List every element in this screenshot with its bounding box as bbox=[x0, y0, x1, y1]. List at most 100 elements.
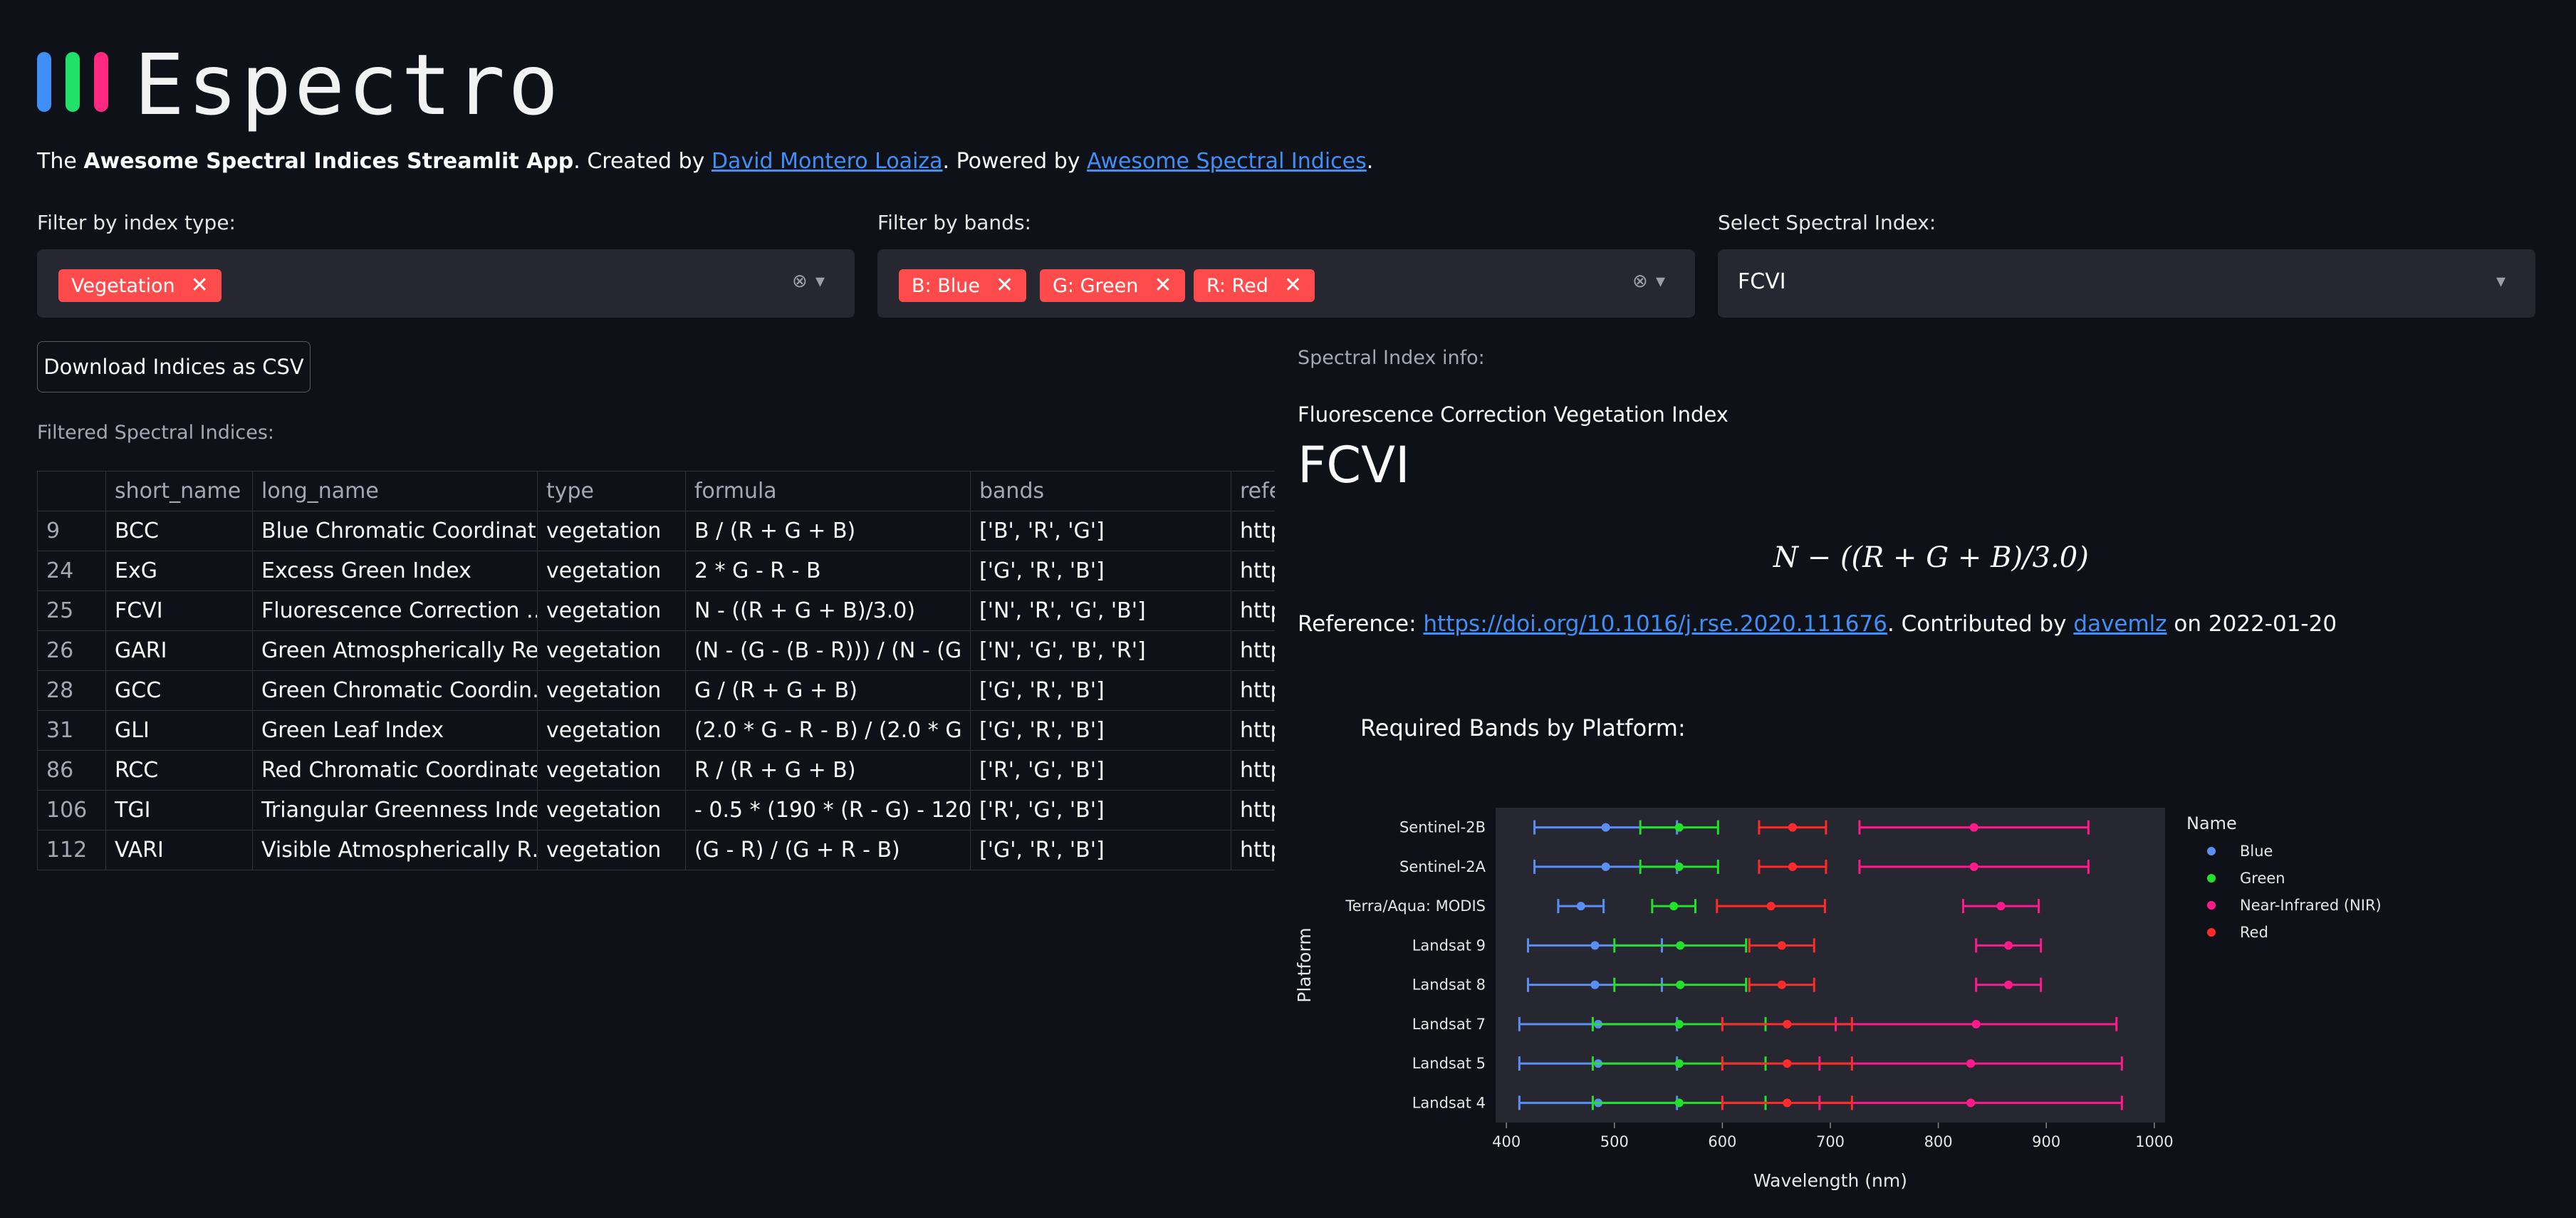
awesome-indices-link[interactable]: Awesome Spectral Indices bbox=[1087, 149, 1367, 174]
legend-label: Near-Infrared (NIR) bbox=[2240, 897, 2382, 914]
intro-app-name: Awesome Spectral Indices Streamlit App bbox=[83, 149, 574, 174]
column-header-type[interactable]: type bbox=[537, 471, 686, 511]
table-cell: Excess Green Index bbox=[252, 551, 538, 591]
clear-all-icon[interactable]: ⊗ bbox=[792, 271, 808, 292]
download-csv-button[interactable]: Download Indices as CSV bbox=[37, 341, 311, 392]
chip-remove-icon[interactable]: ✕ bbox=[996, 273, 1013, 298]
table-row[interactable]: 31 GLI Green Leaf Index vegetation (2.0 * G … bbox=[37, 710, 1275, 751]
author-link[interactable]: David Montero Loaiza bbox=[711, 149, 943, 174]
indices-table[interactable]: short_namelong_nametypeformulabandsrefe … bbox=[37, 471, 1275, 873]
contributor-link[interactable]: davemlz bbox=[2073, 611, 2166, 637]
table-cell: - 0.5 * (190 * (R - G) - 120 * … bbox=[685, 790, 971, 831]
table-cell: vegetation bbox=[537, 590, 686, 631]
index-formula: N − ((R + G + B)/3.0) bbox=[1773, 541, 2089, 574]
table-cell: ['B', 'R', 'G'] bbox=[970, 511, 1231, 551]
chip-blue: B: Blue ✕ bbox=[899, 269, 1027, 302]
table-cell: vegetation bbox=[537, 790, 686, 831]
data-point bbox=[1674, 862, 1684, 871]
logo-bar-blue bbox=[37, 52, 51, 112]
reference-prefix: Reference: bbox=[1298, 611, 1424, 637]
x-tick-label: 400 bbox=[1492, 1133, 1521, 1150]
table-cell: (N - (G - (B - R))) / (N - (G + … bbox=[685, 630, 971, 671]
chevron-down-icon[interactable]: ▾ bbox=[815, 271, 825, 292]
y-tick-label: Landsat 4 bbox=[1412, 1094, 1486, 1111]
bands-filter[interactable]: B: Blue ✕ G: Green ✕ R: Red ✕ ⊗ ▾ bbox=[877, 249, 1695, 318]
plot-area bbox=[1496, 808, 2165, 1123]
index-type-filter[interactable]: Vegetation ✕ ⊗ ▾ bbox=[37, 249, 855, 318]
reference-link[interactable]: https://doi.org/10.1016/j.rse.2020.11167… bbox=[1423, 611, 1887, 637]
table-cell: ExG bbox=[105, 551, 253, 591]
table-cell: Green Leaf Index bbox=[252, 710, 538, 751]
clear-all-icon[interactable]: ⊗ bbox=[1632, 271, 1648, 292]
table-row[interactable]: 112 VARI Visible Atmospherically R… vegetat… bbox=[37, 830, 1275, 870]
table-cell: Triangular Greenness Index bbox=[252, 790, 538, 831]
data-point bbox=[1674, 823, 1684, 832]
intro-suffix: . bbox=[1366, 149, 1374, 174]
data-point bbox=[1601, 862, 1610, 871]
table-row[interactable]: 28 GCC Green Chromatic Coordin… vegetation G… bbox=[37, 670, 1275, 711]
chevron-down-icon[interactable]: ▾ bbox=[1656, 271, 1665, 292]
table-cell: 2 * G - R - B bbox=[685, 551, 971, 591]
x-axis-title: Wavelength (nm) bbox=[1753, 1170, 1907, 1191]
chip-remove-icon[interactable]: ✕ bbox=[191, 273, 209, 298]
data-point bbox=[2004, 941, 2013, 950]
column-header-formula[interactable]: formula bbox=[685, 471, 971, 511]
legend-marker bbox=[2207, 928, 2216, 937]
table-cell: ['R', 'G', 'B'] bbox=[970, 790, 1231, 831]
table-row[interactable]: 86 RCC Red Chromatic Coordinate vegetation R… bbox=[37, 750, 1275, 791]
y-tick-label: Landsat 8 bbox=[1412, 977, 1486, 994]
data-point bbox=[1971, 1019, 1981, 1029]
contributed-text: . Contributed by bbox=[1887, 611, 2074, 637]
intro-created-by: . Created by bbox=[573, 149, 711, 174]
chevron-down-icon[interactable]: ▾ bbox=[2496, 271, 2505, 292]
data-point bbox=[1966, 1098, 1976, 1108]
table-cell: vegetation bbox=[537, 630, 686, 671]
data-point bbox=[1783, 1019, 1792, 1029]
table-cell: ['R', 'G', 'B'] bbox=[970, 750, 1231, 791]
y-tick-label: Terra/Aqua: MODIS bbox=[1345, 897, 1486, 915]
table-cell: http bbox=[1231, 830, 1275, 870]
logo-bar-pink bbox=[94, 52, 108, 112]
index-short-name: FCVI bbox=[1298, 436, 1410, 494]
x-tick-label: 500 bbox=[1600, 1133, 1629, 1150]
column-header-refe[interactable]: refe bbox=[1231, 471, 1275, 511]
table-cell: 28 bbox=[37, 670, 106, 711]
chip-remove-icon[interactable]: ✕ bbox=[1284, 273, 1302, 298]
data-point bbox=[1777, 941, 1786, 950]
table-cell: ['G', 'R', 'B'] bbox=[970, 830, 1231, 870]
table-cell: 25 bbox=[37, 590, 106, 631]
table-row[interactable]: 26 GARI Green Atmospherically Re… vegetatio… bbox=[37, 630, 1275, 671]
column-header-long_name[interactable]: long_name bbox=[252, 471, 538, 511]
table-row[interactable]: 9 BCC Blue Chromatic Coordinate vegetation B… bbox=[37, 511, 1275, 551]
table-cell: ['G', 'R', 'B'] bbox=[970, 710, 1231, 751]
column-header-index[interactable] bbox=[37, 471, 106, 511]
column-header-short_name[interactable]: short_name bbox=[105, 471, 253, 511]
y-tick-label: Landsat 5 bbox=[1412, 1055, 1486, 1072]
data-point bbox=[1766, 902, 1775, 911]
select-index-label: Select Spectral Index: bbox=[1718, 211, 1936, 234]
table-row[interactable]: 24 ExG Excess Green Index vegetation 2 * G -… bbox=[37, 551, 1275, 591]
chip-remove-icon[interactable]: ✕ bbox=[1154, 273, 1172, 298]
x-tick-label: 700 bbox=[1816, 1133, 1845, 1150]
data-point bbox=[1674, 1019, 1684, 1029]
table-cell: 9 bbox=[37, 511, 106, 551]
column-header-bands[interactable]: bands bbox=[970, 471, 1231, 511]
legend-label: Blue bbox=[2240, 843, 2273, 860]
app-title: Espectro bbox=[134, 36, 562, 134]
data-point bbox=[1669, 902, 1679, 911]
table-row[interactable]: 25 FCVI Fluorescence Correction … vegetatio… bbox=[37, 590, 1275, 631]
table-cell: ['N', 'R', 'G', 'B'] bbox=[970, 590, 1231, 631]
table-cell: vegetation bbox=[537, 710, 686, 751]
table-cell: Green Chromatic Coordin… bbox=[252, 670, 538, 711]
y-tick-label: Landsat 7 bbox=[1412, 1016, 1486, 1033]
table-row[interactable]: 106 TGI Triangular Greenness Index vegetati… bbox=[37, 790, 1275, 831]
bands-by-platform-chart: 400 500 600 700 800 900 1000 Sentinel-2B Sentine… bbox=[1294, 808, 2382, 1191]
chip-green: G: Green ✕ bbox=[1040, 269, 1185, 302]
table-cell: RCC bbox=[105, 750, 253, 791]
chip-vegetation: Vegetation ✕ bbox=[58, 269, 221, 302]
data-point bbox=[1969, 862, 1978, 871]
data-point bbox=[1966, 1059, 1976, 1068]
select-index-dropdown[interactable]: FCVI ▾ bbox=[1718, 249, 2535, 318]
table-cell: G / (R + G + B) bbox=[685, 670, 971, 711]
data-point bbox=[1590, 980, 1600, 989]
